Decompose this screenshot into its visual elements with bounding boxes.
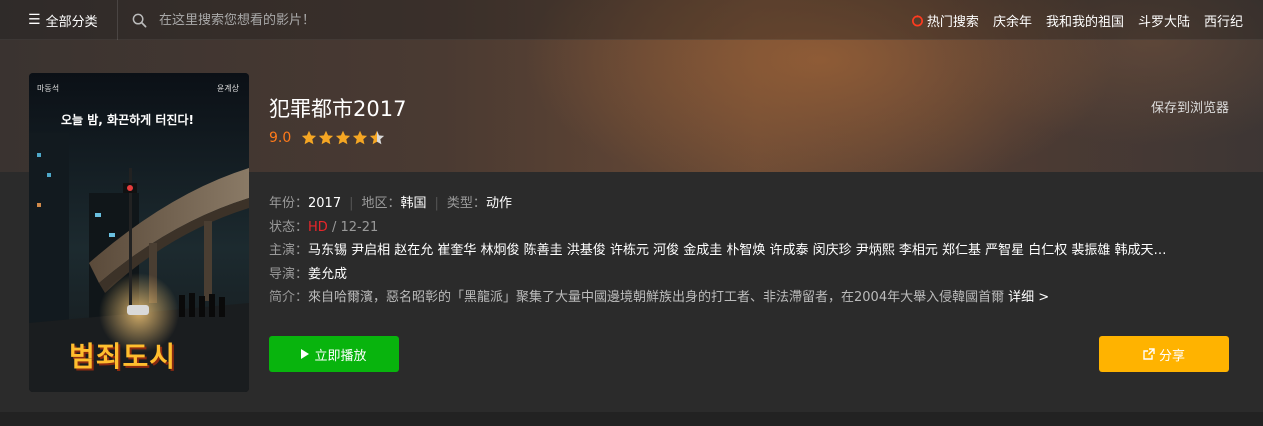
status-quality: HD (308, 219, 328, 235)
star-icon (336, 130, 351, 145)
region-value[interactable]: 韩国 (401, 196, 427, 211)
status-label: 状态： (269, 219, 309, 235)
search-input[interactable] (159, 12, 499, 28)
all-categories-label: 全部分类 (45, 14, 98, 30)
director-row: 导演：姜允成 (269, 263, 1239, 287)
hot-item-wohewodezuguo[interactable]: 我和我的祖国 (1046, 11, 1124, 30)
all-categories-button[interactable]: ☰ 全部分类 (0, 0, 118, 40)
region-label: 地区： (361, 196, 401, 211)
poster-top-left-name: 마동석 (37, 84, 60, 93)
director-value[interactable]: 姜允成 (308, 267, 347, 282)
star-icon (302, 130, 317, 145)
hot-item-douluodalu[interactable]: 斗罗大陆 (1138, 11, 1190, 30)
type-value[interactable]: 动作 (486, 196, 512, 211)
status-row: 状态：HD / 12-21 (269, 216, 1239, 240)
synopsis-label: 简介： (269, 290, 309, 305)
rating-score: 9.0 (269, 130, 292, 146)
meta-row: 年份：2017 | 地区：韩国 | 类型：动作 (269, 192, 1239, 216)
hot-search-link[interactable]: 热门搜索 (911, 11, 979, 30)
movie-title: 犯罪都市2017 (269, 97, 407, 121)
year-label: 年份： (269, 196, 309, 211)
hot-search-links: 热门搜索 庆余年 我和我的祖国 斗罗大陆 西行纪 (911, 0, 1243, 40)
status-date: / 12-21 (327, 219, 379, 235)
cast-value[interactable]: 马东锡 尹启相 赵在允 崔奎华 林炯俊 陈善圭 洪基俊 许栋元 河俊 金成圭 朴… (308, 243, 1167, 258)
play-now-button[interactable]: 立即播放 (269, 336, 399, 372)
director-label: 导演： (269, 266, 309, 282)
synopsis-text: 來自哈爾濱，惡名昭彰的「黑龍派」聚集了大量中國邊境朝鮮族出身的打工者、非法滯留者… (308, 290, 1005, 305)
star-icon (370, 130, 385, 145)
poster-title-art: 범죄도시 (69, 340, 177, 373)
search-icon[interactable] (132, 13, 147, 28)
hot-search-label: 热门搜索 (926, 14, 979, 30)
divider: | (349, 196, 354, 211)
save-to-browser-link[interactable]: 保存到浏览器 (1151, 97, 1229, 116)
star-icon (319, 130, 334, 145)
share-label: 分享 (1158, 348, 1185, 364)
hot-item-qingyunian[interactable]: 庆余年 (993, 11, 1032, 30)
share-icon (1143, 348, 1155, 360)
movie-poster[interactable]: 마동석 윤계상 오늘 밤, 화끈하게 터진다! 범죄도시 (29, 73, 249, 392)
synopsis-row: 简介：來自哈爾濱，惡名昭彰的「黑龍派」聚集了大量中國邊境朝鮮族出身的打工者、非法… (269, 286, 1239, 310)
top-bar: ☰ 全部分类 热门搜索 庆余年 我和我的祖国 斗罗大陆 西行纪 (0, 0, 1263, 40)
bottom-strip (0, 412, 1263, 426)
rating: 9.0 (269, 130, 385, 146)
play-now-label: 立即播放 (314, 348, 367, 364)
play-icon (301, 349, 310, 359)
year-value[interactable]: 2017 (308, 196, 341, 211)
cast-row: 主演：马东锡 尹启相 赵在允 崔奎华 林炯俊 陈善圭 洪基俊 许栋元 河俊 金成… (269, 239, 1239, 263)
movie-info: 年份：2017 | 地区：韩国 | 类型：动作 状态：HD / 12-21 主演：马东锡… (269, 192, 1239, 310)
search-bar (132, 0, 532, 40)
cast-label: 主演： (269, 243, 309, 258)
type-label: 类型： (446, 196, 486, 211)
poster-tagline: 오늘 밤, 화끈하게 터진다! (61, 113, 194, 127)
divider: | (434, 196, 439, 211)
rating-stars (301, 130, 385, 146)
share-button[interactable]: 分享 (1099, 336, 1229, 372)
hot-fire-icon (911, 14, 923, 26)
synopsis-more-link[interactable]: 详细 > (1008, 290, 1049, 305)
hot-item-xixingji[interactable]: 西行纪 (1204, 11, 1243, 30)
poster-top-right-name: 윤계상 (216, 84, 239, 93)
star-icon (353, 130, 368, 145)
menu-icon: ☰ (28, 12, 41, 28)
